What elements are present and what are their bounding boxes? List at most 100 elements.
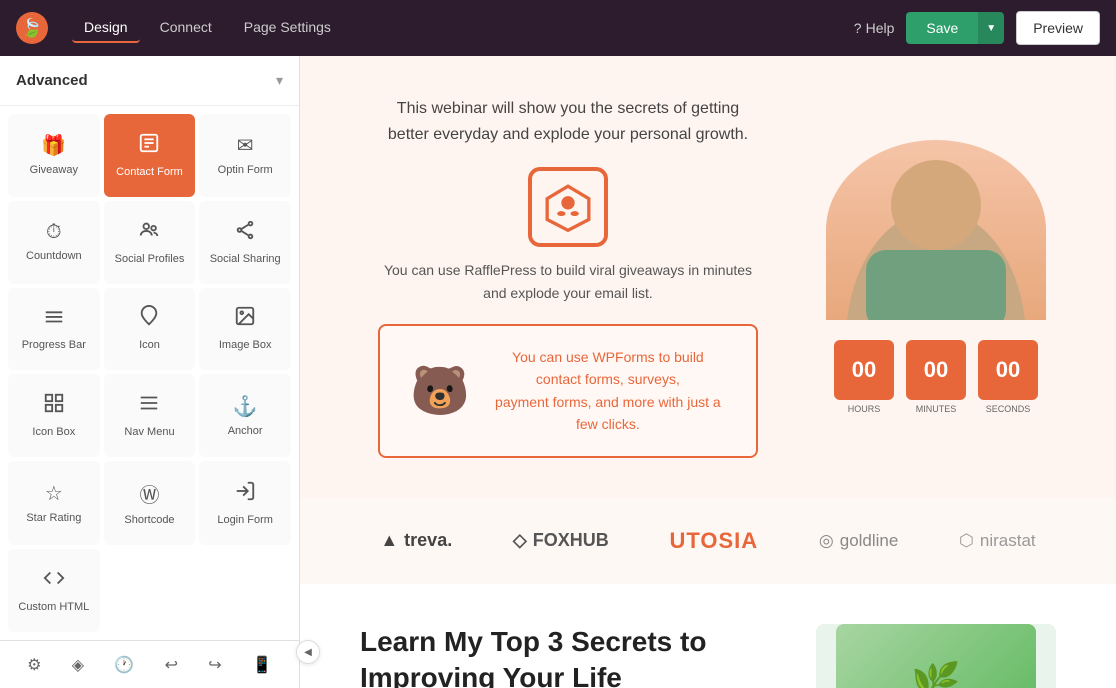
nav-connect[interactable]: Connect	[148, 13, 224, 43]
widget-optin-form[interactable]: ✉ Optin Form	[199, 114, 291, 197]
nav-design[interactable]: Design	[72, 13, 140, 43]
countdown-minutes-block: 00 MINUTES	[906, 340, 966, 414]
top-nav: Design Connect Page Settings	[72, 13, 830, 43]
star-rating-icon: ☆	[45, 481, 63, 506]
widget-label-giveaway: Giveaway	[30, 164, 78, 177]
bottom-section: Learn My Top 3 Secrets to Improving Your…	[300, 584, 1116, 688]
widget-shortcode[interactable]: Ⓦ Shortcode	[104, 461, 196, 545]
countdown-seconds-value: 00	[996, 359, 1020, 381]
countdown-seconds-block: 00 SECONDS	[978, 340, 1038, 414]
logo-foxhub: ◇ FOXHUB	[513, 530, 609, 551]
treva-text: treva.	[404, 530, 452, 551]
progress-bar-icon	[43, 305, 65, 333]
save-button-group: Save ▼	[906, 12, 1004, 44]
bottom-left: Learn My Top 3 Secrets to Improving Your…	[360, 624, 776, 688]
anchor-icon: ⚓	[233, 394, 258, 419]
countdown-hours-label: HOURS	[848, 404, 881, 414]
widget-label-social-profiles: Social Profiles	[115, 253, 185, 266]
countdown-hours-block: 00 HOURS	[834, 340, 894, 414]
widget-label-image-box: Image Box	[219, 339, 272, 352]
widget-image-box[interactable]: Image Box	[199, 288, 291, 371]
save-dropdown-button[interactable]: ▼	[978, 12, 1004, 44]
person-image	[826, 140, 1046, 320]
login-form-icon	[234, 480, 256, 508]
widget-label-contact-form: Contact Form	[116, 166, 183, 179]
settings-tool[interactable]: ⚙	[19, 647, 49, 683]
content-area: This webinar will show you the secrets o…	[300, 56, 1116, 688]
save-button[interactable]: Save	[906, 12, 978, 44]
history-tool[interactable]: 🕐	[106, 647, 142, 683]
rafflepress-logo	[528, 167, 608, 247]
image-box-icon	[234, 305, 256, 333]
countdown-hours: 00	[834, 340, 894, 400]
widget-progress-bar[interactable]: Progress Bar	[8, 288, 100, 371]
widget-label-social-sharing: Social Sharing	[210, 253, 281, 266]
countdown-minutes-value: 00	[924, 359, 948, 381]
widget-custom-html[interactable]: Custom HTML	[8, 549, 100, 632]
widget-star-rating[interactable]: ☆ Star Rating	[8, 461, 100, 545]
widget-label-progress-bar: Progress Bar	[22, 339, 86, 352]
layers-tool[interactable]: ◈	[64, 647, 92, 683]
icon-box-icon	[43, 392, 65, 420]
wpforms-text: You can use WPForms to build contact for…	[490, 346, 726, 436]
undo-tool[interactable]: ↩	[157, 647, 186, 683]
goldline-icon: ◎	[819, 531, 834, 551]
widget-social-profiles[interactable]: Social Profiles	[104, 201, 196, 284]
nirastat-icon: ⬡	[959, 531, 974, 551]
bottom-title: Learn My Top 3 Secrets to Improving Your…	[360, 624, 776, 688]
sidebar-toggle-button[interactable]: ◀	[296, 640, 320, 664]
rafflepress-block: You can use RafflePress to build viral g…	[384, 167, 752, 304]
countdown-icon: ⏱	[46, 221, 62, 244]
sidebar: Advanced ▾ 🎁 Giveaway Contact Form ✉ Opt…	[0, 56, 300, 688]
wpforms-box: 🐻 You can use WPForms to build contact f…	[378, 324, 758, 458]
widget-label-icon: Icon	[139, 339, 160, 352]
logo-goldline: ◎ goldline	[819, 531, 898, 551]
countdown-minutes-label: MINUTES	[916, 404, 957, 414]
nav-menu-icon	[138, 392, 160, 420]
help-label: Help	[866, 20, 895, 36]
widgets-grid: 🎁 Giveaway Contact Form ✉ Optin Form ⏱ C…	[0, 106, 299, 640]
sidebar-collapse-button[interactable]: ▾	[276, 72, 283, 89]
countdown-seconds-label: SECONDS	[986, 404, 1031, 414]
foxhub-icon: ◇	[513, 530, 527, 551]
countdown-display: 00 HOURS 00 MINUTES 00 SECO	[834, 340, 1038, 414]
giveaway-icon: 🎁	[41, 133, 66, 158]
preview-button[interactable]: Preview	[1016, 11, 1100, 45]
bottom-toolbar: ⚙ ◈ 🕐 ↩ ↪ 📱	[0, 640, 299, 688]
logo-utosia: UTOSIA	[669, 528, 758, 554]
widget-label-shortcode: Shortcode	[124, 514, 174, 527]
widget-countdown[interactable]: ⏱ Countdown	[8, 201, 100, 284]
widget-nav-menu[interactable]: Nav Menu	[104, 374, 196, 457]
wpforms-bear-icon: 🐻	[410, 362, 470, 419]
help-icon: ?	[854, 20, 862, 36]
widget-label-optin-form: Optin Form	[218, 164, 273, 177]
nav-page-settings[interactable]: Page Settings	[232, 13, 343, 43]
widget-label-icon-box: Icon Box	[32, 426, 75, 439]
logo-treva: ▲ treva.	[380, 530, 452, 551]
app-logo: 🍃	[16, 12, 48, 44]
logo-nirastat: ⬡ nirastat	[959, 531, 1036, 551]
hero-caption: You can use RafflePress to build viral g…	[384, 259, 752, 304]
social-sharing-icon	[234, 219, 256, 247]
treva-icon: ▲	[380, 530, 398, 551]
topbar-right: ? Help Save ▼ Preview	[854, 11, 1100, 45]
sidebar-title: Advanced	[16, 72, 88, 89]
mobile-tool[interactable]: 📱	[244, 647, 280, 683]
widget-label-anchor: Anchor	[228, 425, 263, 438]
widget-icon[interactable]: Icon	[104, 288, 196, 371]
widget-giveaway[interactable]: 🎁 Giveaway	[8, 114, 100, 197]
widget-social-sharing[interactable]: Social Sharing	[199, 201, 291, 284]
redo-tool[interactable]: ↪	[200, 647, 229, 683]
widget-icon-box[interactable]: Icon Box	[8, 374, 100, 457]
widget-anchor[interactable]: ⚓ Anchor	[199, 374, 291, 457]
bottom-image: 🌿	[816, 624, 1056, 688]
sidebar-header: Advanced ▾	[0, 56, 299, 106]
logos-section: ▲ treva. ◇ FOXHUB UTOSIA ◎ goldline ⬡ ni…	[300, 498, 1116, 584]
optin-form-icon: ✉	[237, 133, 254, 158]
widget-contact-form[interactable]: Contact Form	[104, 114, 196, 197]
widget-login-form[interactable]: Login Form	[199, 461, 291, 545]
social-profiles-icon	[138, 219, 160, 247]
hero-section: This webinar will show you the secrets o…	[300, 56, 1116, 498]
help-button[interactable]: ? Help	[854, 20, 895, 36]
custom-html-icon	[43, 567, 65, 595]
